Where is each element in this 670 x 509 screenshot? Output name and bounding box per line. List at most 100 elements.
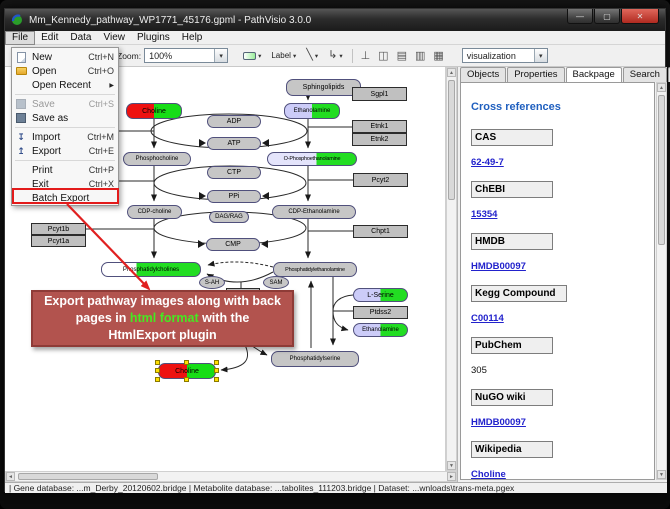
node-sgpl1[interactable]: Sgpl1 (352, 87, 407, 101)
panel-scroll-down-icon[interactable]: ▼ (657, 470, 666, 479)
visualization-combobox[interactable]: visualization ▾ (462, 48, 548, 63)
node-cdp-ethanolamine[interactable]: CDP-Ethanolamine (272, 205, 356, 219)
cas-link[interactable]: 62-49-7 (471, 157, 504, 168)
node-chpt1[interactable]: Chpt1 (353, 225, 408, 238)
file-menu-save-as[interactable]: Save as (12, 111, 118, 125)
selection-handle[interactable] (214, 368, 219, 373)
align-center-icon[interactable]: ⊥ (361, 49, 371, 62)
node-ptdss2[interactable]: Ptdss2 (353, 306, 408, 319)
selection-handle[interactable] (214, 377, 219, 382)
node-phosphatidylcholines[interactable]: Phosphatidylcholines (101, 262, 201, 277)
node-sah[interactable]: S-AH (199, 276, 225, 289)
window-title: Mm_Kennedy_pathway_WP1771_45176.gpml - P… (29, 15, 311, 26)
menu-file[interactable]: File (5, 31, 35, 45)
file-menu-export[interactable]: ↥ Export Ctrl+E (12, 144, 118, 158)
close-button[interactable]: ✕ (621, 9, 659, 24)
line-dropdown-icon[interactable]: ▾ (315, 52, 318, 60)
selection-handle[interactable] (155, 377, 160, 382)
panel-scroll-thumb[interactable] (658, 95, 665, 245)
selection-handle[interactable] (155, 368, 160, 373)
selection-handle[interactable] (184, 360, 189, 365)
zoom-combobox[interactable]: 100% ▾ (144, 48, 228, 63)
menu-plugins[interactable]: Plugins (131, 31, 176, 45)
scroll-right-icon[interactable]: ► (447, 472, 456, 481)
node-choline-top[interactable]: Choline (126, 103, 182, 119)
node-phosphatidylserine[interactable]: Phosphatidylserine (271, 351, 359, 367)
canvas-horizontal-scrollbar[interactable]: ◄ ► (5, 471, 457, 482)
menu-data[interactable]: Data (64, 31, 97, 45)
canvas-vertical-scrollbar[interactable]: ▲ ▼ (446, 67, 457, 471)
tab-backpage[interactable]: Backpage (566, 67, 622, 82)
nugo-link[interactable]: HMDB00097 (471, 417, 526, 428)
tab-search[interactable]: Search (623, 67, 667, 82)
scroll-up-icon[interactable]: ▲ (447, 68, 456, 77)
node-phosphatidylethanolamine[interactable]: Phosphatidylethanolamine (273, 262, 357, 277)
title-bar[interactable]: Mm_Kennedy_pathway_WP1771_45176.gpml - P… (5, 9, 665, 31)
scroll-left-icon[interactable]: ◄ (6, 472, 15, 481)
side-panel-tabs: Objects Properties Backpage Search Legen… (458, 67, 667, 82)
node-pcyt2[interactable]: Pcyt2 (353, 173, 408, 187)
line-tool-button[interactable]: ╲ ▾ (302, 47, 322, 64)
file-menu-save-shortcut: Ctrl+S (89, 99, 114, 109)
node-phosphocholine[interactable]: Phosphocholine (123, 152, 191, 166)
file-menu-import[interactable]: ↧ Import Ctrl+M (12, 130, 118, 144)
zoom-dropdown-icon[interactable]: ▾ (214, 49, 227, 62)
chebi-link[interactable]: 15354 (471, 209, 497, 220)
gene-dropdown-icon[interactable]: ▾ (258, 52, 261, 60)
node-etnk2[interactable]: Etnk2 (352, 133, 407, 146)
maximize-button[interactable]: ▢ (594, 9, 620, 24)
label-dropdown-icon[interactable]: ▾ (293, 52, 296, 60)
tab-objects[interactable]: Objects (460, 67, 506, 82)
panel-vertical-scrollbar[interactable]: ▲ ▼ (656, 82, 667, 480)
stack-icon[interactable]: ▦ (433, 49, 443, 62)
connector-tool-button[interactable]: ↳ ▾ (324, 47, 346, 64)
file-menu-new-label: New (32, 52, 88, 63)
node-adp[interactable]: ADP (207, 115, 261, 128)
node-l-serine[interactable]: L-Serine (353, 288, 408, 302)
node-atp[interactable]: ATP (207, 137, 261, 150)
node-pcyt1a[interactable]: Pcyt1a (31, 235, 86, 247)
canvas-hscroll-thumb[interactable] (18, 473, 158, 480)
node-o-phosphoethanolamine[interactable]: O-Phosphoethanolamine (267, 152, 357, 166)
file-menu-save-as-label: Save as (32, 113, 114, 124)
label-button[interactable]: Label ▾ (267, 47, 300, 64)
node-dag[interactable]: DAG/RAG (209, 211, 249, 223)
align-middle-icon[interactable]: ◫ (378, 49, 388, 62)
file-menu-new[interactable]: New Ctrl+N (12, 50, 118, 64)
hmdb-link[interactable]: HMDB00097 (471, 261, 526, 272)
menu-edit[interactable]: Edit (35, 31, 64, 45)
distribute-vertical-icon[interactable]: ▥ (415, 49, 425, 62)
node-cmp[interactable]: CMP (206, 238, 260, 251)
node-ctp[interactable]: CTP (207, 166, 261, 179)
scroll-down-icon[interactable]: ▼ (447, 461, 456, 470)
node-pcyt1b[interactable]: Pcyt1b (31, 223, 86, 235)
selection-handle[interactable] (214, 360, 219, 365)
connector-dropdown-icon[interactable]: ▾ (339, 52, 342, 60)
node-ethanolamine-top[interactable]: Ethanolamine (284, 103, 340, 119)
selection-handle[interactable] (155, 360, 160, 365)
node-etnk1[interactable]: Etnk1 (352, 120, 407, 133)
canvas-vscroll-thumb[interactable] (448, 80, 455, 200)
file-menu-open-recent[interactable]: Open Recent ▶ (12, 78, 118, 92)
panel-scroll-up-icon[interactable]: ▲ (657, 83, 666, 92)
node-sam[interactable]: SAM (263, 276, 289, 289)
datanode-button[interactable]: ▾ (239, 47, 265, 64)
distribute-horizontal-icon[interactable]: ▤ (397, 49, 407, 62)
minimize-button[interactable]: — (567, 9, 593, 24)
node-ethanolamine-bottom[interactable]: Ethanolamine (353, 323, 408, 337)
tab-properties[interactable]: Properties (507, 67, 564, 82)
pathvisio-window: Mm_Kennedy_pathway_WP1771_45176.gpml - P… (4, 8, 666, 492)
wikipedia-link[interactable]: Choline (471, 469, 506, 480)
visualization-dropdown-icon[interactable]: ▾ (534, 49, 547, 62)
node-sphingolipids[interactable]: Sphingolipids (286, 79, 361, 96)
node-ppi[interactable]: PPi (207, 190, 261, 203)
menu-view[interactable]: View (97, 31, 131, 45)
selected-node-choline[interactable]: Choline (155, 360, 219, 382)
file-menu-open[interactable]: Open Ctrl+O (12, 64, 118, 78)
node-cdp-choline[interactable]: CDP-choline (127, 205, 182, 219)
backpage-panel: Cross references CAS 62-49-7 ChEBI 15354… (460, 82, 655, 480)
selection-handle[interactable] (184, 377, 189, 382)
kegg-link[interactable]: C00114 (471, 313, 504, 324)
menu-help[interactable]: Help (176, 31, 209, 45)
file-menu-print[interactable]: Print Ctrl+P (12, 163, 118, 177)
